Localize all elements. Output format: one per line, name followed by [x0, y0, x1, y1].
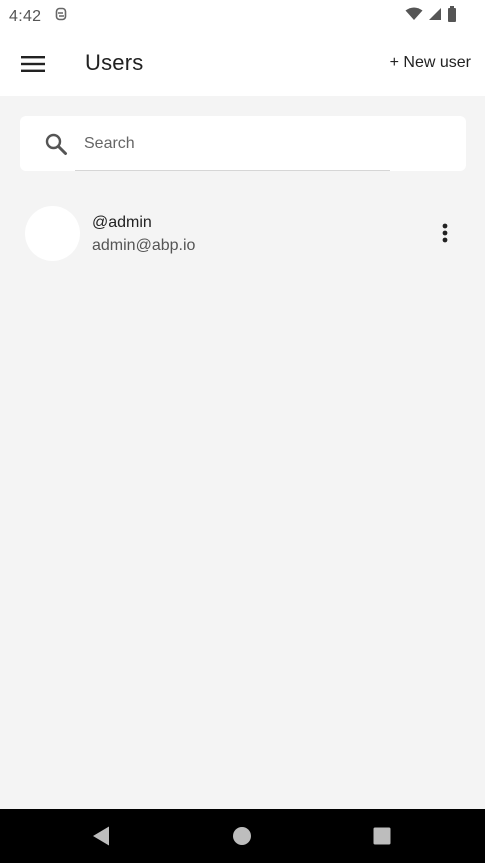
- status-left: 4:42: [9, 7, 67, 26]
- system-nav-bar: [0, 809, 485, 863]
- search-icon: [44, 132, 68, 156]
- status-right: [405, 6, 457, 27]
- more-options-icon[interactable]: [432, 220, 458, 246]
- search-underline: [75, 170, 390, 171]
- list-item[interactable]: @admin admin@abp.io: [0, 198, 485, 270]
- home-icon[interactable]: [229, 823, 255, 849]
- search-input[interactable]: [84, 116, 454, 171]
- notification-icon: [55, 7, 67, 26]
- recents-icon[interactable]: [369, 823, 395, 849]
- new-user-button[interactable]: + New user: [390, 54, 471, 72]
- status-bar: 4:42: [0, 0, 485, 33]
- avatar: [25, 206, 80, 261]
- user-email: admin@abp.io: [92, 237, 196, 254]
- user-username: @admin: [92, 214, 152, 231]
- page-title: Users: [85, 50, 144, 75]
- hamburger-menu-icon[interactable]: [20, 53, 46, 75]
- status-time: 4:42: [9, 7, 42, 25]
- search-bar[interactable]: [20, 116, 466, 171]
- cell-signal-icon: [428, 7, 442, 26]
- battery-icon: [447, 6, 457, 27]
- app-bar: Users + New user: [0, 33, 485, 96]
- wifi-icon: [405, 7, 423, 26]
- back-icon[interactable]: [88, 823, 114, 849]
